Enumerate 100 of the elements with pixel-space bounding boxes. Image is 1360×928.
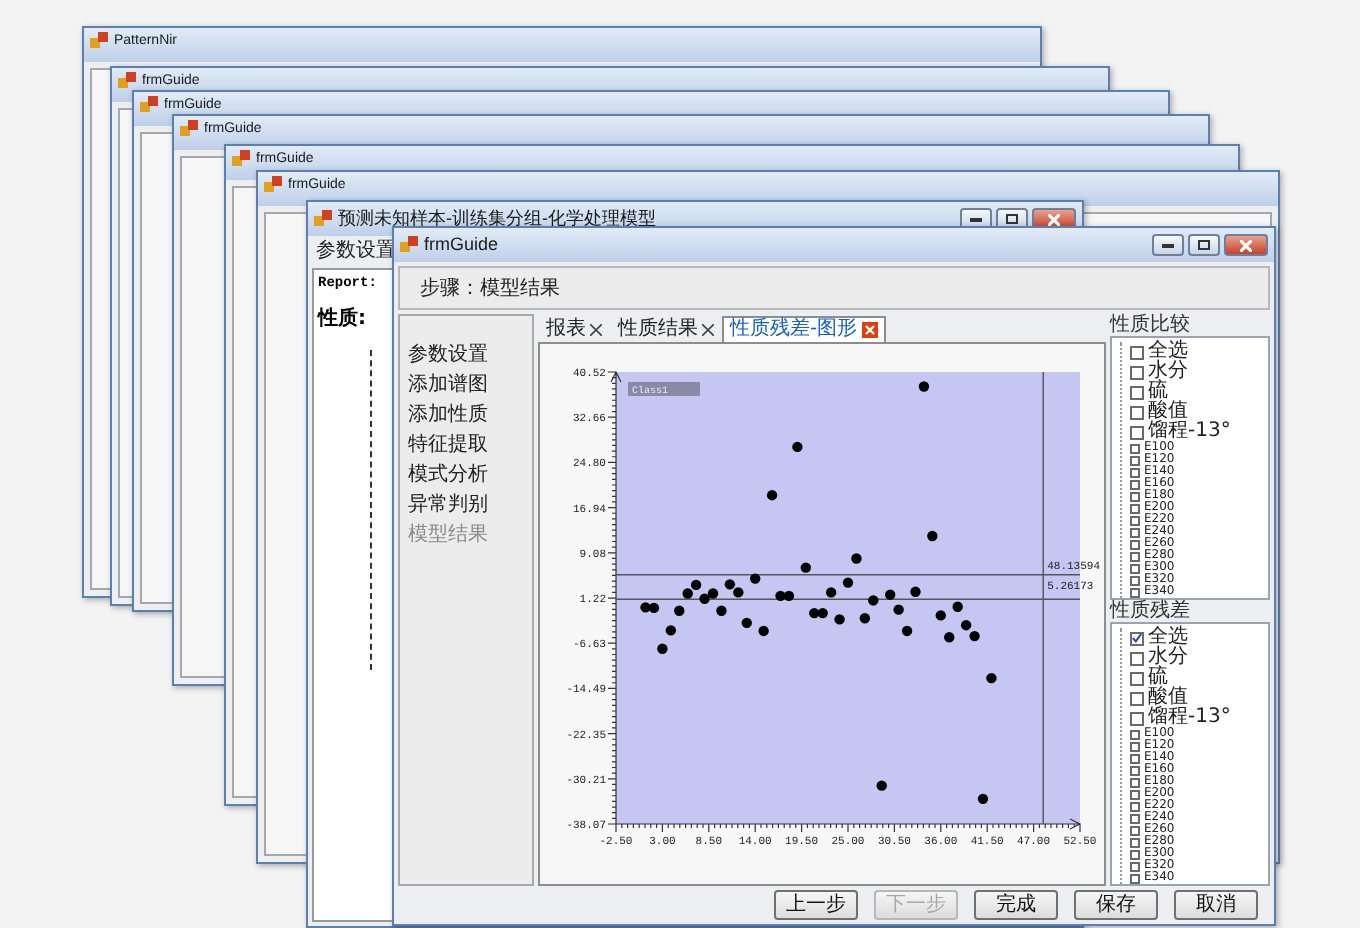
minimize-button[interactable] bbox=[1152, 234, 1184, 256]
app-icon bbox=[118, 72, 136, 90]
data-point bbox=[986, 672, 997, 684]
step-label: 步骤：模型结果 bbox=[420, 275, 560, 302]
checkbox[interactable] bbox=[1130, 691, 1144, 705]
close-icon[interactable] bbox=[590, 324, 602, 336]
checkbox[interactable] bbox=[1130, 551, 1140, 561]
checkbox-label[interactable]: 馏程-13° bbox=[1148, 422, 1231, 442]
checkbox[interactable] bbox=[1130, 753, 1140, 763]
data-point bbox=[885, 589, 896, 600]
tab[interactable]: 报表 bbox=[538, 316, 610, 342]
checkbox[interactable] bbox=[1130, 777, 1140, 787]
checkbox[interactable] bbox=[1130, 861, 1140, 871]
maximize-button[interactable] bbox=[1188, 234, 1220, 256]
checkbox-label[interactable]: 酸值 bbox=[1148, 402, 1188, 422]
close-button[interactable] bbox=[1224, 234, 1268, 256]
checkbox[interactable] bbox=[1130, 345, 1144, 359]
data-point bbox=[800, 562, 811, 573]
data-point bbox=[758, 625, 769, 637]
window-title: frmGuide bbox=[424, 236, 499, 254]
step-item[interactable]: 参数设置 bbox=[408, 344, 488, 366]
checkbox[interactable] bbox=[1130, 503, 1140, 513]
checkbox-label[interactable]: 酸值 bbox=[1148, 688, 1188, 708]
checkbox[interactable] bbox=[1130, 443, 1140, 453]
close-icon bbox=[1240, 239, 1252, 251]
data-point bbox=[977, 793, 989, 805]
checkbox[interactable] bbox=[1130, 587, 1140, 597]
step-button[interactable]: 取消 bbox=[1174, 889, 1258, 919]
checkbox[interactable] bbox=[1130, 539, 1140, 549]
checkbox[interactable] bbox=[1130, 671, 1144, 685]
checkbox[interactable] bbox=[1130, 515, 1140, 525]
minimize-icon bbox=[970, 217, 982, 221]
tab[interactable]: 性质残差-图形 bbox=[722, 316, 886, 342]
checkbox-label[interactable]: 硫 bbox=[1148, 382, 1168, 402]
checkbox[interactable] bbox=[1130, 825, 1140, 835]
checkbox[interactable] bbox=[1130, 455, 1140, 465]
checkbox-label[interactable]: 水分 bbox=[1148, 648, 1188, 668]
checkbox[interactable] bbox=[1130, 491, 1140, 501]
checkbox[interactable] bbox=[1130, 425, 1144, 439]
maximize-icon bbox=[1006, 214, 1018, 224]
checkbox[interactable] bbox=[1130, 575, 1140, 585]
checkbox[interactable] bbox=[1130, 849, 1140, 859]
data-point bbox=[952, 601, 963, 612]
app-icon bbox=[232, 150, 250, 168]
minimize-icon bbox=[1162, 243, 1174, 247]
step-button[interactable]: 保存 bbox=[1074, 889, 1158, 919]
checkbox[interactable] bbox=[1130, 711, 1144, 725]
checkbox[interactable] bbox=[1130, 729, 1140, 739]
checkbox[interactable] bbox=[1130, 789, 1140, 799]
maximize-icon bbox=[1198, 240, 1210, 250]
checkbox[interactable] bbox=[1130, 467, 1140, 477]
checkbox[interactable] bbox=[1130, 479, 1140, 489]
app-icon bbox=[180, 120, 198, 138]
app-icon bbox=[90, 32, 108, 50]
tab[interactable]: 性质结果 bbox=[610, 316, 722, 342]
close-icon bbox=[1048, 213, 1060, 225]
data-point bbox=[665, 625, 677, 636]
data-point bbox=[825, 587, 837, 598]
data-point bbox=[918, 381, 930, 392]
checkbox-label[interactable]: 馏程-13° bbox=[1148, 708, 1231, 728]
checkbox-label[interactable]: 水分 bbox=[1148, 362, 1188, 382]
checkbox[interactable] bbox=[1130, 801, 1140, 811]
group-title: 性质残差 bbox=[1110, 600, 1190, 622]
data-point bbox=[910, 586, 921, 597]
app-icon bbox=[400, 236, 418, 254]
data-point bbox=[868, 595, 879, 606]
checkbox[interactable] bbox=[1130, 385, 1144, 399]
step-button[interactable]: 完成 bbox=[974, 889, 1058, 919]
checkbox[interactable] bbox=[1130, 631, 1144, 645]
step-item[interactable]: 异常判别 bbox=[408, 494, 488, 516]
checkbox[interactable] bbox=[1130, 873, 1140, 883]
checkbox[interactable] bbox=[1130, 405, 1144, 419]
legend-box bbox=[628, 382, 700, 396]
app-icon bbox=[314, 210, 332, 228]
step-item[interactable]: 特征提取 bbox=[408, 434, 488, 456]
data-point bbox=[716, 605, 727, 616]
step-button[interactable]: 上一步 bbox=[774, 889, 858, 919]
checkbox[interactable] bbox=[1130, 651, 1144, 665]
checkbox[interactable] bbox=[1130, 837, 1140, 847]
checkbox[interactable] bbox=[1130, 365, 1144, 379]
data-point bbox=[893, 604, 904, 615]
checkbox-label[interactable]: 硫 bbox=[1148, 668, 1168, 688]
checkbox-label[interactable]: 全选 bbox=[1148, 342, 1188, 362]
checkbox[interactable] bbox=[1130, 765, 1140, 775]
data-point bbox=[876, 780, 887, 791]
step-item[interactable]: 添加性质 bbox=[408, 404, 488, 426]
checkbox[interactable] bbox=[1130, 813, 1140, 823]
checkbox[interactable] bbox=[1130, 527, 1140, 537]
data-point bbox=[944, 632, 955, 643]
checkbox[interactable] bbox=[1130, 741, 1140, 751]
data-point bbox=[674, 605, 685, 616]
checkbox-label[interactable]: 全选 bbox=[1148, 628, 1188, 648]
checkbox[interactable] bbox=[1130, 563, 1140, 573]
close-icon[interactable] bbox=[702, 324, 714, 336]
data-point bbox=[834, 614, 845, 625]
step-item[interactable]: 模式分析 bbox=[408, 464, 488, 486]
data-point bbox=[792, 441, 803, 453]
data-point bbox=[657, 643, 668, 654]
step-item[interactable]: 添加谱图 bbox=[408, 374, 488, 396]
app-icon bbox=[140, 96, 158, 114]
